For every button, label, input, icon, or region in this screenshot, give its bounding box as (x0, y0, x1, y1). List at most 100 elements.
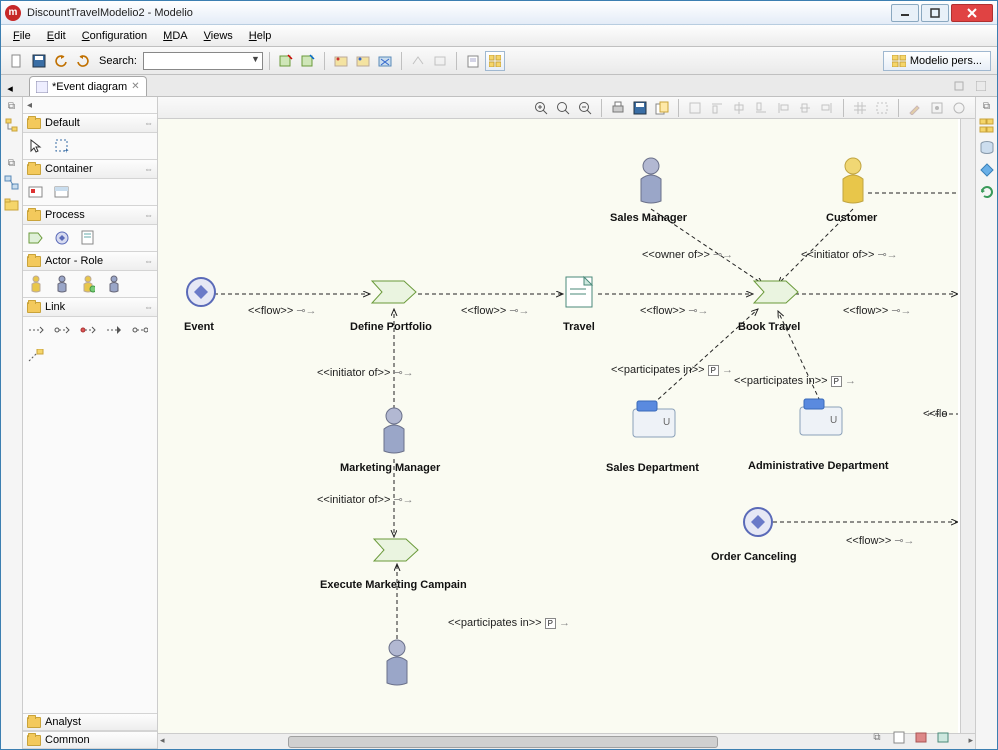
tool-icon-5[interactable] (375, 51, 395, 71)
node-execute-marketing[interactable]: Execute Marketing Campain (320, 579, 467, 591)
more-icon[interactable] (949, 98, 969, 118)
link-tool-4[interactable] (105, 321, 123, 339)
new-icon[interactable] (7, 51, 27, 71)
tool-icon-3[interactable] (331, 51, 351, 71)
vertical-scrollbar[interactable] (960, 119, 975, 733)
align-2-icon[interactable] (707, 98, 727, 118)
menu-views[interactable]: Views (196, 28, 241, 44)
align-1-icon[interactable] (685, 98, 705, 118)
node-travel[interactable]: Travel (563, 321, 595, 333)
collapse-icon[interactable]: ⇔ (144, 210, 153, 220)
actor-blue2-icon[interactable] (105, 275, 123, 293)
tabbar-expand-icon[interactable]: ◂ (3, 80, 17, 96)
maximize-view-icon[interactable] (971, 76, 991, 96)
print-icon[interactable] (608, 98, 628, 118)
undo-icon[interactable] (51, 51, 71, 71)
close-button[interactable] (951, 4, 993, 22)
node-marketing-manager[interactable]: Marketing Manager (340, 462, 440, 474)
section-common[interactable]: Common (23, 731, 157, 749)
save-diagram-icon[interactable] (630, 98, 650, 118)
link-tool-1[interactable] (27, 321, 45, 339)
process-tool-2[interactable] (53, 229, 71, 247)
link-tool-6[interactable] (27, 347, 45, 365)
node-sales-department[interactable]: Sales Department (606, 462, 699, 474)
strip-restore-icon-r[interactable]: ⧉ (983, 101, 990, 112)
strip-link-icon[interactable] (4, 175, 20, 191)
strip-restore-icon-2[interactable]: ⧉ (8, 158, 15, 169)
process-tool-3[interactable] (79, 229, 97, 247)
menu-help[interactable]: Help (241, 28, 280, 44)
menu-mda[interactable]: MDA (155, 28, 195, 44)
node-admin-department[interactable]: Administrative Department (748, 460, 889, 472)
menu-edit[interactable]: Edit (39, 28, 74, 44)
collapse-icon[interactable]: ⇔ (144, 256, 153, 266)
collapse-icon[interactable]: ⇔ (144, 164, 153, 174)
tool-icon-4[interactable] (353, 51, 373, 71)
align-4-icon[interactable] (751, 98, 771, 118)
status-icon-2[interactable] (889, 727, 909, 747)
container-tool-1[interactable] (27, 183, 45, 201)
tool-icon-2[interactable] (298, 51, 318, 71)
zoom-out-icon[interactable] (575, 98, 595, 118)
marquee-icon[interactable]: + (53, 137, 71, 155)
zoom-in-icon[interactable] (531, 98, 551, 118)
canvas-wrap[interactable]: U U (158, 119, 975, 733)
section-actor-role[interactable]: Actor - Role⇔ (23, 251, 157, 271)
node-book-travel[interactable]: Book Travel (738, 321, 800, 333)
node-customer[interactable]: Customer (826, 212, 877, 224)
palette-scroll-left[interactable]: ◂ (23, 97, 157, 113)
collapse-icon[interactable]: ⇔ (144, 118, 153, 128)
maximize-button[interactable] (921, 4, 949, 22)
link-tool-2[interactable] (53, 321, 71, 339)
copy-icon[interactable] (652, 98, 672, 118)
strip-restore-icon[interactable]: ⧉ (8, 101, 15, 112)
strip-layers-icon[interactable] (979, 118, 995, 134)
align-5-icon[interactable] (773, 98, 793, 118)
section-link[interactable]: Link⇔ (23, 297, 157, 317)
menu-configuration[interactable]: Configuration (74, 28, 155, 44)
cursor-icon[interactable] (27, 137, 45, 155)
node-sales-manager[interactable]: Sales Manager (610, 212, 687, 224)
process-tool-1[interactable] (27, 229, 45, 247)
status-icon-4[interactable] (933, 727, 953, 747)
tool-icon-1[interactable] (276, 51, 296, 71)
node-define-portfolio[interactable]: Define Portfolio (350, 321, 432, 333)
link-tool-5[interactable] (131, 321, 149, 339)
collapse-icon[interactable]: ⇔ (144, 302, 153, 312)
minimize-button[interactable] (891, 4, 919, 22)
strip-diamond-icon[interactable] (979, 162, 995, 178)
search-input[interactable] (143, 52, 263, 70)
zoom-reset-icon[interactable] (553, 98, 573, 118)
strip-folder-icon[interactable] (4, 197, 20, 213)
snap-icon[interactable] (872, 98, 892, 118)
grid-icon[interactable] (850, 98, 870, 118)
align-6-icon[interactable] (795, 98, 815, 118)
menu-file[interactable]: File (5, 28, 39, 44)
section-container[interactable]: Container⇔ (23, 159, 157, 179)
strip-tree-icon[interactable] (4, 118, 20, 134)
status-icon-1[interactable]: ⧉ (867, 727, 887, 747)
section-process[interactable]: Process⇔ (23, 205, 157, 225)
align-3-icon[interactable] (729, 98, 749, 118)
link-tool-3[interactable] (79, 321, 97, 339)
section-analyst[interactable]: Analyst (23, 713, 157, 731)
brush-icon[interactable] (905, 98, 925, 118)
actor-yellow-icon[interactable] (27, 275, 45, 293)
style-icon[interactable] (927, 98, 947, 118)
horizontal-scrollbar[interactable]: ◂ ▸ (158, 733, 975, 749)
redo-icon[interactable] (73, 51, 93, 71)
canvas[interactable]: U U (158, 119, 958, 733)
hscroll-thumb[interactable] (288, 736, 718, 748)
tool-icon-6[interactable] (408, 51, 428, 71)
perspective-grid-button[interactable] (485, 51, 505, 71)
container-tool-2[interactable] (53, 183, 71, 201)
minimize-view-icon[interactable] (949, 76, 969, 96)
tool-icon-7[interactable] (430, 51, 450, 71)
actor-blue-icon[interactable] (53, 275, 71, 293)
strip-db-icon[interactable] (979, 140, 995, 156)
section-default[interactable]: Default⇔ (23, 113, 157, 133)
tab-event-diagram[interactable]: *Event diagram ✕ (29, 76, 147, 96)
save-icon[interactable] (29, 51, 49, 71)
strip-refresh-icon[interactable] (979, 184, 995, 200)
node-order-canceling[interactable]: Order Canceling (711, 551, 797, 563)
